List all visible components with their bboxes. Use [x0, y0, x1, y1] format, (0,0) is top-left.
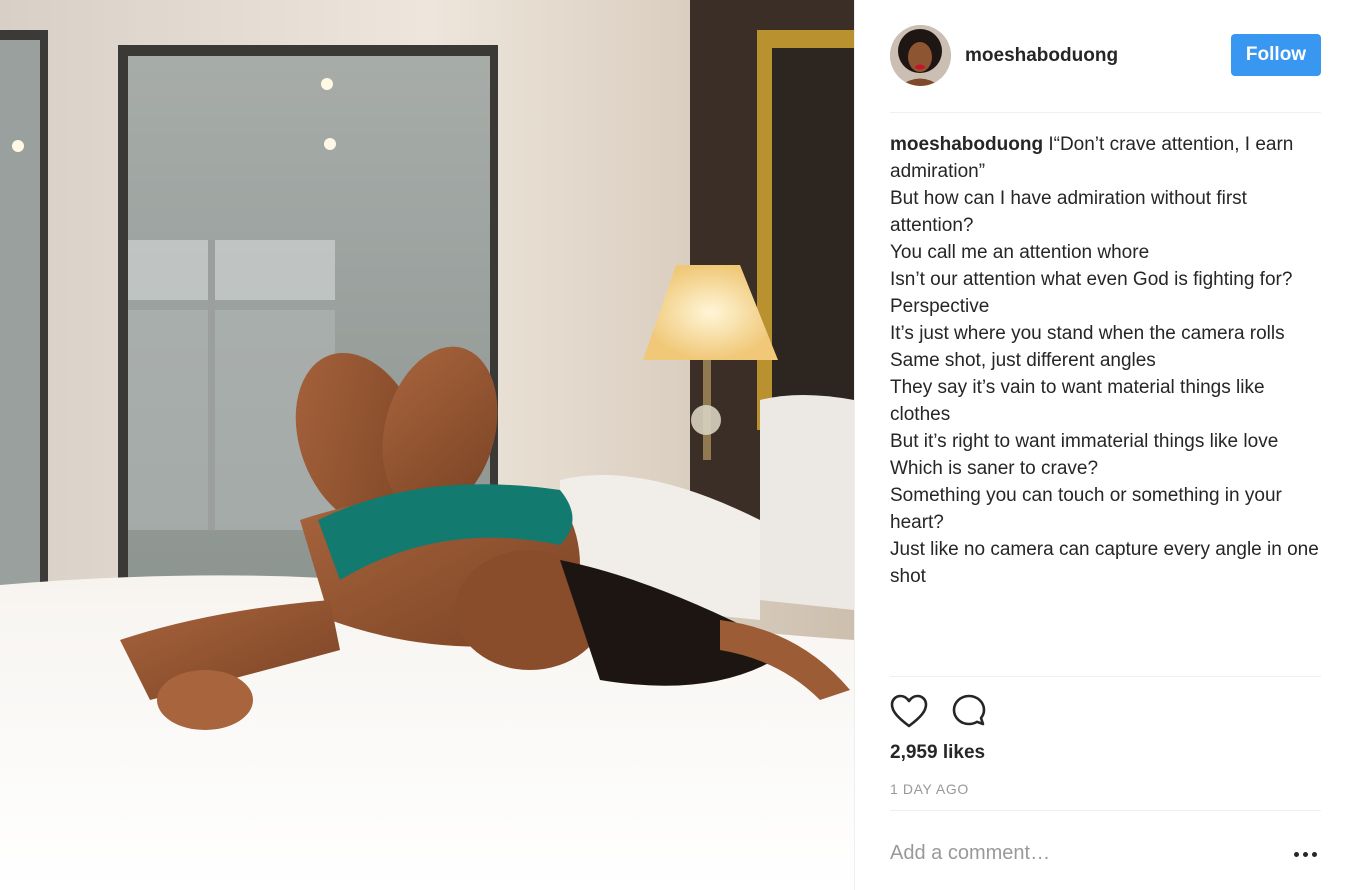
avatar[interactable] [890, 25, 951, 86]
caption-line: But how can I have admiration without fi… [890, 188, 1247, 236]
header-divider [890, 112, 1321, 113]
post-photo-scene [0, 0, 854, 890]
more-options-icon[interactable] [1290, 842, 1320, 866]
caption-line: Same shot, just different angles [890, 350, 1156, 371]
dot [1302, 851, 1308, 857]
avatar-image [890, 25, 951, 86]
comment-divider [890, 810, 1321, 811]
caption-line: Which is saner to crave? [890, 458, 1099, 479]
caption-line: They say it’s vain to want material thin… [890, 377, 1265, 425]
heart-icon[interactable] [890, 693, 928, 731]
dot [1311, 851, 1317, 857]
caption-divider [890, 676, 1321, 677]
comment-input[interactable] [890, 836, 1270, 870]
caption-author-link[interactable]: moeshaboduong [890, 134, 1043, 155]
follow-button[interactable]: Follow [1231, 34, 1321, 76]
post-photo[interactable] [0, 0, 854, 890]
post-header: moeshaboduong Follow [890, 25, 1321, 87]
post-actions [890, 693, 1090, 733]
caption-line: Just like no camera can capture every an… [890, 539, 1319, 587]
caption-line: Isn’t our attention what even God is fig… [890, 269, 1293, 290]
caption-line: But it’s right to want immaterial things… [890, 431, 1279, 452]
caption-scroll-area[interactable]: moeshaboduong I“Don’t crave attention, I… [890, 131, 1321, 676]
caption-line: It’s just where you stand when the camer… [890, 323, 1285, 344]
post-side-panel: moeshaboduong Follow moeshaboduong I“Don… [854, 0, 1347, 890]
caption-first-line: moeshaboduong I“Don’t crave attention, I… [890, 131, 1321, 185]
caption-line: Something you can touch or something in … [890, 485, 1282, 533]
comment-bubble-icon[interactable] [950, 693, 988, 731]
post-timestamp[interactable]: 1 DAY AGO [890, 781, 969, 797]
likes-count[interactable]: 2,959 likes [890, 742, 985, 764]
dot [1293, 851, 1299, 857]
caption-line: Perspective [890, 296, 990, 317]
caption-line: You call me an attention whore [890, 242, 1150, 263]
username-link[interactable]: moeshaboduong [965, 45, 1118, 67]
